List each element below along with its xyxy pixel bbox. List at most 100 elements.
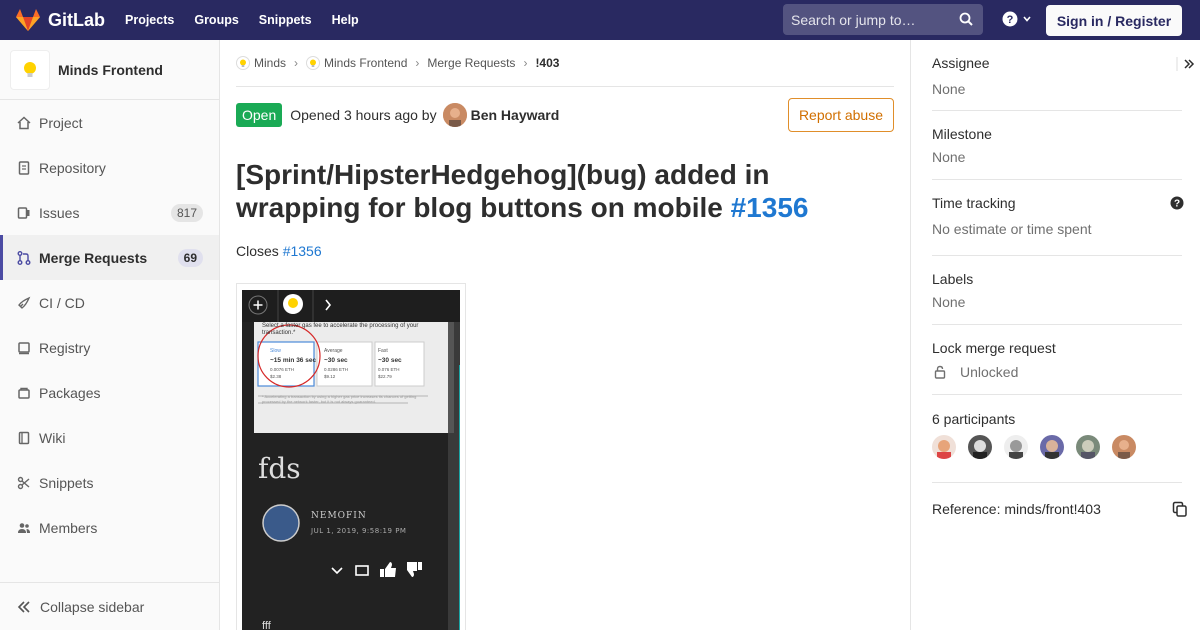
sidebar-item-label: Wiki — [39, 429, 66, 446]
milestone-label: Milestone — [932, 126, 992, 142]
nav-snippets-link[interactable]: Snippets — [259, 13, 312, 27]
project-sidebar: Minds Frontend Project Repository Issues… — [0, 40, 220, 630]
sidebar-item-wiki[interactable]: Wiki — [0, 415, 219, 460]
sign-in-button[interactable]: Sign in / Register — [1046, 5, 1182, 36]
lightbulb-icon — [306, 56, 321, 70]
sidebar-item-snippets[interactable]: Snippets — [0, 460, 219, 505]
users-icon — [16, 520, 32, 536]
divider — [932, 394, 1182, 395]
sidebar-item-ci-cd[interactable]: CI / CD — [0, 280, 219, 325]
project-name: Minds Frontend — [58, 61, 163, 78]
author-name-link[interactable]: Ben Hayward — [471, 107, 560, 123]
search-icon — [959, 12, 973, 26]
reference-label: Reference: minds/front!403 — [932, 501, 1101, 517]
breadcrumb-item-current[interactable]: !403 — [535, 56, 559, 70]
sidebar-item-merge-requests[interactable]: Merge Requests 69 — [0, 235, 219, 280]
gas-option-eth: 0.0076 ETH — [270, 367, 295, 372]
author-avatar[interactable] — [442, 103, 467, 127]
blog-author: NEMOFIN — [311, 511, 367, 521]
gas-option-name: Average — [324, 348, 343, 354]
sidebar-item-members[interactable]: Members — [0, 505, 219, 550]
nav-projects-link[interactable]: Projects — [125, 13, 174, 27]
milestone-value: None — [932, 149, 966, 165]
question-circle-icon[interactable]: ? — [1170, 196, 1184, 210]
sidebar-item-issues[interactable]: Issues 817 — [0, 190, 219, 235]
issues-icon — [16, 205, 32, 221]
closes-issue-link[interactable]: #1356 — [283, 243, 322, 259]
project-avatar — [10, 49, 50, 90]
top-navbar: GitLab Projects Groups Snippets Help ? S… — [0, 0, 1200, 40]
collapse-sidebar-button[interactable]: Collapse sidebar — [0, 582, 219, 630]
sidebar-item-registry[interactable]: Registry — [0, 325, 219, 370]
sidebar-item-label: Project — [39, 114, 83, 131]
svg-text:?: ? — [1174, 199, 1180, 210]
mobile-screenshot-image: Select a faster gas fee to accelerate th… — [242, 290, 460, 630]
time-tracking-label: Time tracking — [932, 195, 1016, 211]
description-closes: Closes #1356 — [236, 243, 322, 259]
breadcrumb-item-minds-frontend[interactable]: Minds Frontend — [306, 56, 407, 70]
gas-option-eth: 0.0286 ETH — [324, 367, 349, 372]
lightbulb-icon — [236, 56, 250, 70]
unlock-icon — [934, 365, 946, 379]
status-badge: Open — [236, 103, 283, 127]
sidebar-item-label: Merge Requests — [39, 249, 148, 266]
collapse-right-sidebar-icon[interactable] — [1176, 56, 1196, 72]
sidebar-item-label: Packages — [39, 384, 101, 401]
closes-label: Closes — [236, 243, 279, 259]
participant-avatar[interactable] — [1112, 435, 1136, 459]
lock-block: Lock merge request Unlocked — [932, 340, 1182, 380]
merge-icon — [16, 250, 32, 266]
time-tracking-value: No estimate or time spent — [932, 221, 1092, 237]
participants-list — [932, 435, 1182, 459]
sidebar-item-repository[interactable]: Repository — [0, 145, 219, 190]
merge-request-status-row: Open Opened 3 hours ago by Ben Hayward R… — [236, 98, 894, 132]
divider — [932, 482, 1182, 483]
title-text: [Sprint/HipsterHedgehog](bug) added in w… — [236, 159, 770, 223]
report-abuse-button[interactable]: Report abuse — [787, 98, 894, 132]
lock-value-row: Unlocked — [932, 364, 1182, 380]
participant-avatar[interactable] — [932, 435, 956, 459]
blog-title: fds — [258, 452, 301, 485]
lightbulb-icon — [24, 61, 36, 77]
doc-icon — [16, 160, 32, 176]
issues-count-badge: 817 — [170, 203, 203, 222]
participant-avatar[interactable] — [1076, 435, 1100, 459]
copy-icon[interactable] — [1172, 501, 1188, 517]
divider — [932, 110, 1182, 111]
search-box[interactable] — [783, 4, 983, 35]
gas-option-time: ~30 sec — [378, 357, 402, 364]
sidebar-item-packages[interactable]: Packages — [0, 370, 219, 415]
participants-label: 6 participants — [932, 411, 1016, 427]
breadcrumb: Minds › Minds Frontend › Merge Requests … — [236, 40, 894, 87]
time-tracking-block: Time tracking No estimate or time spent … — [932, 195, 1184, 237]
breadcrumb-item-minds[interactable]: Minds — [236, 56, 286, 70]
participant-avatar[interactable] — [1004, 435, 1028, 459]
home-icon — [16, 115, 32, 131]
breadcrumb-label: Minds — [254, 56, 287, 70]
gitlab-logo[interactable]: GitLab — [16, 0, 105, 40]
package-icon — [16, 385, 32, 401]
breadcrumb-separator: › — [294, 56, 299, 70]
sidebar-item-project[interactable]: Project — [0, 100, 219, 145]
participant-avatar[interactable] — [968, 435, 992, 459]
gas-option-time: ~15 min 36 sec — [270, 357, 317, 364]
registry-icon — [16, 340, 32, 356]
brand-name: GitLab — [48, 9, 105, 30]
sidebar-item-label: Repository — [39, 159, 106, 176]
svg-text:?: ? — [1007, 14, 1014, 26]
help-dropdown-button[interactable]: ? — [1002, 11, 1032, 27]
search-input[interactable] — [791, 11, 951, 28]
right-sidebar: Assignee None Milestone None Time tracki… — [910, 40, 1200, 630]
breadcrumb-separator: › — [523, 56, 528, 70]
description-screenshot[interactable]: Select a faster gas fee to accelerate th… — [236, 283, 466, 630]
nav-groups-link[interactable]: Groups — [194, 13, 238, 27]
question-circle-icon: ? — [1002, 11, 1018, 27]
assignee-value: None — [932, 81, 966, 97]
gas-option-usd: $2.38 — [270, 374, 282, 379]
title-issue-link[interactable]: #1356 — [731, 192, 809, 223]
participant-avatar[interactable] — [1040, 435, 1064, 459]
sidebar-project-header[interactable]: Minds Frontend — [0, 40, 219, 100]
breadcrumb-item-merge-requests[interactable]: Merge Requests — [427, 56, 515, 70]
nav-help-link[interactable]: Help — [332, 13, 359, 27]
merge-request-title: [Sprint/HipsterHedgehog](bug) added in w… — [236, 158, 876, 224]
